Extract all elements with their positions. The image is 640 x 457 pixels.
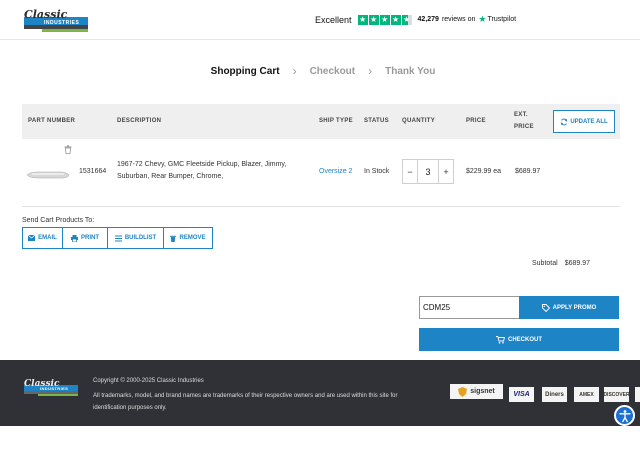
email-button[interactable]: EMAIL — [22, 227, 63, 249]
discover-badge: DISCOVER — [603, 387, 630, 402]
print-label: PRINT — [81, 235, 99, 241]
extended-price: $689.97 — [515, 168, 541, 175]
site-footer: Classic INDUSTRIES Copyright © 2000-2025… — [0, 360, 640, 426]
cart-icon — [496, 335, 505, 344]
classic-industries-logo[interactable]: Classic INDUSTRIES — [22, 7, 92, 33]
product-image[interactable] — [26, 169, 70, 181]
svg-text:INDUSTRIES: INDUSTRIES — [40, 386, 68, 391]
print-button[interactable]: PRINT — [62, 227, 108, 249]
step-shopping-cart: Shopping Cart — [210, 65, 280, 77]
chevron-right-icon: › — [292, 64, 297, 78]
footer-copyright: Copyright © 2000-2025 Classic Industries — [93, 378, 204, 384]
update-all-label: UPDATE ALL — [570, 118, 608, 125]
svg-text:INDUSTRIES: INDUSTRIES — [44, 20, 79, 26]
footer-logo[interactable]: Classic INDUSTRIES — [22, 376, 82, 398]
buildlist-button[interactable]: BUILDLIST — [107, 227, 164, 249]
subtotal: Subtotal $689.97 — [532, 260, 590, 267]
star-icon: ★ — [390, 14, 401, 25]
ship-type-link[interactable]: Oversize 2 — [319, 168, 352, 175]
checkout-button[interactable]: CHECKOUT — [419, 328, 619, 351]
checkout-steps: Shopping Cart › Checkout › Thank You — [0, 64, 640, 78]
amex-badge: AMEX — [574, 387, 599, 402]
send-cart-actions: EMAIL PRINT BUILDLIST REMOVE — [22, 227, 213, 249]
step-checkout: Checkout — [309, 65, 356, 77]
tag-icon — [541, 303, 550, 312]
update-all-button[interactable]: UPDATE ALL — [553, 110, 615, 133]
footer-trademark-note: All trademarks, model, and brand names a… — [93, 393, 398, 411]
quantity-stepper: − 3 + — [402, 159, 454, 184]
quantity-increase-button[interactable]: + — [439, 160, 453, 183]
sigsnet-badge[interactable]: sigsnet — [450, 384, 503, 399]
trustpilot-brand-label: Trustpilot — [487, 16, 517, 23]
shield-icon — [458, 386, 468, 397]
header-price: PRICE — [466, 118, 486, 124]
star-icon: ★ — [379, 14, 390, 25]
refresh-icon — [561, 118, 568, 125]
stock-status: In Stock — [364, 168, 390, 175]
email-label: EMAIL — [38, 235, 57, 241]
trustpilot-star-icon: ★ — [478, 14, 487, 24]
remove-button[interactable]: REMOVE — [163, 227, 213, 249]
list-icon — [114, 235, 122, 241]
subtotal-label: Subtotal — [532, 260, 558, 267]
header-ext: EXT. — [514, 112, 528, 118]
trash-icon[interactable] — [64, 145, 72, 154]
header-quantity: QUANTITY — [402, 118, 436, 124]
trash-icon — [170, 235, 177, 242]
star-icon: ★ — [357, 14, 368, 25]
step-thank-you: Thank You — [385, 65, 436, 77]
half-star-icon: ★ — [401, 14, 412, 25]
header-description: DESCRIPTION — [117, 118, 162, 124]
chevron-right-icon: › — [368, 64, 373, 78]
diners-badge: Diners — [542, 387, 567, 402]
subtotal-value: $689.97 — [564, 260, 590, 267]
header-ship-type: SHIP TYPE — [319, 118, 353, 124]
quantity-decrease-button[interactable]: − — [403, 160, 417, 183]
star-icon: ★ — [368, 14, 379, 25]
site-header: Classic INDUSTRIES Excellent ★ ★ ★ ★ ★ 4… — [0, 0, 640, 40]
unit-price: $229.99 ea — [466, 168, 502, 175]
quantity-input[interactable]: 3 — [417, 160, 439, 183]
checkout-label: CHECKOUT — [508, 336, 542, 343]
envelope-icon — [28, 235, 36, 241]
remove-label: REMOVE — [179, 235, 206, 241]
trustpilot-brand: ★ Trustpilot — [478, 14, 516, 25]
trustpilot-review-count: 42,279 — [417, 16, 439, 23]
promo-code-value: CDM25 — [423, 303, 451, 312]
buildlist-label: BUILDLIST — [124, 235, 157, 241]
apply-promo-button[interactable]: APPLY PROMO — [519, 296, 619, 319]
mastercard-badge — [635, 387, 640, 402]
accessibility-button[interactable] — [614, 405, 635, 426]
header-status: STATUS — [364, 118, 389, 124]
trustpilot-rating-word: Excellent — [315, 14, 352, 25]
trustpilot-widget[interactable]: Excellent ★ ★ ★ ★ ★ 42,279 reviews on ★ … — [315, 13, 516, 26]
apply-promo-label: APPLY PROMO — [552, 304, 597, 311]
trustpilot-stars: ★ ★ ★ ★ ★ — [357, 14, 412, 25]
printer-icon — [71, 234, 78, 242]
header-part-number: PART NUMBER — [28, 118, 76, 124]
product-description[interactable]: 1967-72 Chevy, GMC Fleetside Pickup, Bla… — [117, 159, 307, 183]
send-cart-label: Send Cart Products To: — [22, 217, 95, 224]
header-ext-price: PRICE — [514, 124, 534, 130]
part-number[interactable]: 1531664 — [79, 168, 106, 175]
promo-code-input[interactable]: CDM25 — [419, 296, 520, 319]
trustpilot-reviews-word: reviews on — [441, 16, 476, 23]
visa-badge: VISA — [509, 387, 534, 402]
sigsnet-label: sigsnet — [470, 388, 495, 395]
accessibility-icon — [618, 409, 631, 422]
cart-table-header: PART NUMBER DESCRIPTION SHIP TYPE STATUS… — [22, 104, 620, 139]
table-row: 1531664 1967-72 Chevy, GMC Fleetside Pic… — [22, 139, 620, 207]
